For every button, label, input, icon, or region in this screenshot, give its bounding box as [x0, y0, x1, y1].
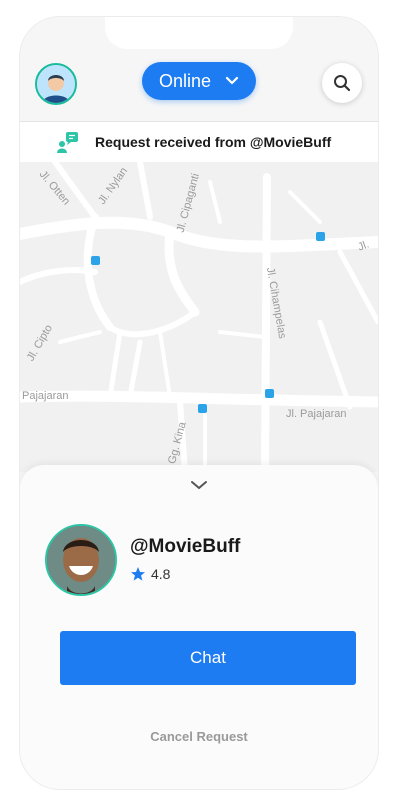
- notification-text: Request received from @MovieBuff: [95, 134, 332, 150]
- requester-username: @MovieBuff: [130, 536, 241, 557]
- star-icon: [131, 567, 145, 581]
- requester-avatar: [45, 524, 117, 596]
- search-button[interactable]: [322, 63, 362, 103]
- street-label: Pajajaran: [22, 390, 69, 402]
- status-dropdown[interactable]: Online: [142, 62, 256, 100]
- chat-request-icon: [57, 132, 78, 153]
- request-sheet: @MovieBuff 4.8 Chat Cancel Request: [20, 465, 378, 789]
- requester-rating: 4.8: [130, 566, 170, 582]
- user-avatar[interactable]: [35, 63, 77, 105]
- chat-button[interactable]: Chat: [60, 631, 356, 685]
- search-icon: [334, 75, 351, 92]
- cancel-request-link[interactable]: Cancel Request: [20, 729, 378, 744]
- map-view[interactable]: Jl. Otten Jl. Nylan Jl. Cipaganti Jl. Ci…: [20, 162, 378, 472]
- phone-frame: Online Request received from @MovieBuff: [20, 17, 378, 789]
- status-label: Online: [158, 70, 212, 91]
- notification-bar[interactable]: Request received from @MovieBuff: [20, 121, 378, 163]
- chevron-down-icon[interactable]: [190, 479, 208, 491]
- chevron-down-icon: [225, 76, 239, 85]
- rating-value: 4.8: [151, 566, 171, 582]
- street-label: Jl. Pajajaran: [286, 408, 347, 420]
- phone-notch: [105, 17, 293, 49]
- map-roads: [20, 162, 378, 472]
